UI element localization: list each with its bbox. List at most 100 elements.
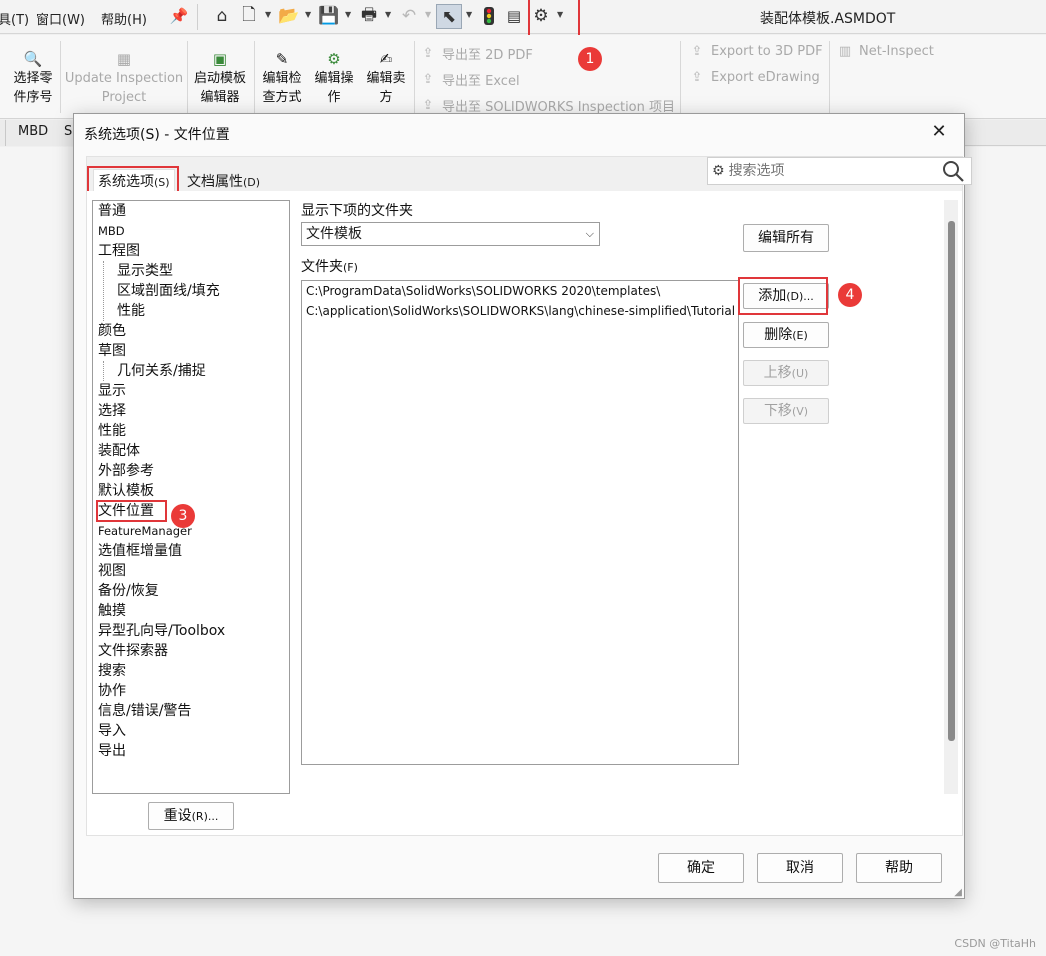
chevron-down-icon[interactable]: ▼ (305, 10, 311, 19)
edit-inspection-icon: ✎ (275, 50, 289, 68)
select-cursor-icon[interactable]: ⬉ (436, 4, 462, 29)
move-up-button[interactable]: 上移(U) (743, 360, 829, 386)
list-item[interactable]: C:\application\SolidWorks\SOLIDWORKS\lan… (306, 304, 735, 318)
help-button[interactable]: 帮助 (856, 853, 942, 883)
tree-item-touch[interactable]: 触摸 (98, 601, 126, 621)
folders-label: 文件夹(F) (301, 259, 358, 275)
tree-item-display-type[interactable]: 显示类型 (117, 261, 173, 281)
template-editor-icon: ▣ (212, 50, 228, 68)
export-edrawing-button[interactable]: ⇪ Export eDrawing (689, 70, 820, 85)
annotation-badge-1: 1 (578, 47, 602, 71)
show-folders-for-select[interactable]: 文件模板 ⌵ (301, 222, 600, 246)
tab-document-properties[interactable]: 文档属性(D) (187, 171, 260, 191)
annotation-box-file-locations (96, 500, 167, 522)
select-part-number-button[interactable]: 🔍 选择零 件序号 (8, 49, 58, 107)
tree-item-sketch[interactable]: 草图 (98, 341, 126, 361)
reset-button[interactable]: 重设(R)... (148, 802, 234, 830)
list-item[interactable]: C:\ProgramData\SolidWorks\SOLIDWORKS 202… (306, 284, 660, 298)
tree-item-search[interactable]: 搜索 (98, 661, 126, 681)
chevron-down-icon: ⌵ (585, 227, 594, 240)
dialog-title: 系统选项(S) - 文件位置 (84, 127, 230, 143)
open-folder-icon[interactable]: 📂 (278, 5, 300, 27)
export-3d-pdf-button[interactable]: ⇪ Export to 3D PDF (689, 44, 823, 59)
tree-item-area-hatch[interactable]: 区域剖面线/填充 (117, 281, 220, 301)
net-inspect-button[interactable]: ▥ Net-Inspect (837, 44, 934, 59)
scrollbar-thumb[interactable] (948, 221, 955, 741)
search-options-box[interactable]: ⚙ (707, 157, 972, 185)
launch-template-editor-button[interactable]: ▣ 启动模板 编辑器 (190, 49, 250, 107)
tree-item-performance[interactable]: 性能 (98, 421, 126, 441)
search-options-input[interactable] (724, 162, 935, 180)
folder-list[interactable]: C:\ProgramData\SolidWorks\SOLIDWORKS 202… (301, 280, 739, 765)
edit-vendor-button[interactable]: ✍ 编辑卖 方 (361, 49, 411, 107)
export-excel-button[interactable]: ⇪ 导出至 Excel (420, 70, 520, 89)
update-inspection-project-button[interactable]: ▦ Update Inspection Project (64, 49, 184, 107)
tree-item-file-explorer[interactable]: 文件探索器 (98, 641, 168, 661)
partial-tool-icon (0, 49, 6, 69)
menu-help[interactable]: 帮助(H) (101, 9, 147, 28)
tree-item-display[interactable]: 显示 (98, 381, 126, 401)
annotation-badge-4: 4 (838, 283, 862, 307)
edit-inspection-method-button[interactable]: ✎ 编辑检 查方式 (257, 49, 307, 107)
system-options-dialog: 系统选项(S) - 文件位置 ✕ 系统选项(S) 文档属性(D) 2 ⚙ 普通 … (73, 113, 972, 899)
ribbon-separator (680, 41, 681, 113)
ribbon-separator (60, 41, 61, 113)
pin-icon[interactable]: 📌 (168, 5, 190, 27)
chevron-down-icon[interactable]: ▼ (466, 10, 472, 19)
tree-item-spin-box-increments[interactable]: 选值框增量值 (98, 541, 182, 561)
tree-item-mbd[interactable]: MBD (98, 221, 125, 241)
delete-button[interactable]: 删除(E) (743, 322, 829, 348)
annotation-box-add (738, 277, 828, 315)
tree-item-colors[interactable]: 颜色 (98, 321, 126, 341)
tree-item-general[interactable]: 普通 (98, 201, 126, 221)
menu-tools[interactable]: 具(T) (0, 9, 29, 28)
undo-icon[interactable]: ↶ (398, 5, 420, 27)
chevron-down-icon[interactable]: ▼ (345, 10, 351, 19)
net-inspect-icon: ▥ (838, 44, 852, 59)
tree-item-external-references[interactable]: 外部参考 (98, 461, 154, 481)
tree-item-backup-recover[interactable]: 备份/恢复 (98, 581, 159, 601)
edit-all-button[interactable]: 编辑所有 (743, 224, 829, 252)
ribbon-separator (414, 41, 415, 113)
show-folders-for-label: 显示下项的文件夹 (301, 203, 413, 219)
edit-vendor-icon: ✍ (379, 50, 393, 68)
chevron-down-icon[interactable]: ▼ (385, 10, 391, 19)
watermark: CSDN @TitaHh (954, 937, 1036, 950)
traffic-light-icon[interactable] (478, 5, 500, 27)
ribbon-separator (187, 41, 188, 113)
tree-item-default-templates[interactable]: 默认模板 (98, 481, 154, 501)
tree-item-view[interactable]: 视图 (98, 561, 126, 581)
move-down-button[interactable]: 下移(V) (743, 398, 829, 424)
search-icon[interactable] (941, 159, 965, 183)
export-2d-pdf-button[interactable]: ⇪ 导出至 2D PDF (420, 44, 533, 63)
home-icon[interactable]: ⌂ (211, 5, 233, 27)
separator (197, 4, 198, 30)
ok-button[interactable]: 确定 (658, 853, 744, 883)
tree-item-drawings[interactable]: 工程图 (98, 241, 140, 261)
edit-operation-button[interactable]: ⚙ 编辑操 作 (309, 49, 359, 107)
tree-item-selection[interactable]: 选择 (98, 401, 126, 421)
new-document-icon[interactable]: 🗋 (238, 5, 260, 27)
tree-item-messages-errors-warnings[interactable]: 信息/错误/警告 (98, 701, 191, 721)
file-properties-icon[interactable]: ▤ (503, 5, 525, 27)
cancel-button[interactable]: 取消 (757, 853, 843, 883)
print-icon[interactable]: 🖶 (358, 5, 380, 27)
tree-item-collaboration[interactable]: 协作 (98, 681, 126, 701)
tree-item-import[interactable]: 导入 (98, 721, 126, 741)
tree-item-assemblies[interactable]: 装配体 (98, 441, 140, 461)
tree-item-drawing-performance[interactable]: 性能 (117, 301, 145, 321)
tree-item-hole-wizard-toolbox[interactable]: 异型孔向导/Toolbox (98, 621, 225, 641)
resize-grip-icon[interactable]: ◢ (954, 887, 962, 898)
chevron-down-icon[interactable]: ▼ (265, 10, 271, 19)
tree-branch-line (103, 261, 111, 321)
close-icon[interactable]: ✕ (924, 118, 954, 146)
ribbon-button-partial[interactable] (0, 49, 6, 69)
tree-item-export[interactable]: 导出 (98, 741, 126, 761)
save-icon[interactable]: 💾 (318, 5, 340, 27)
tree-item-relations-snaps[interactable]: 几何关系/捕捉 (117, 361, 206, 381)
chevron-down-icon[interactable]: ▼ (425, 10, 431, 19)
menu-bar: 具(T) 窗口(W) 帮助(H) 📌 ⌂ 🗋 ▼ 📂 ▼ 💾 ▼ 🖶 ▼ ↶ ▼… (0, 0, 1046, 40)
annotation-box-system-options (87, 166, 179, 194)
tab-mbd[interactable]: MBD (6, 120, 62, 146)
menu-window[interactable]: 窗口(W) (36, 9, 85, 28)
